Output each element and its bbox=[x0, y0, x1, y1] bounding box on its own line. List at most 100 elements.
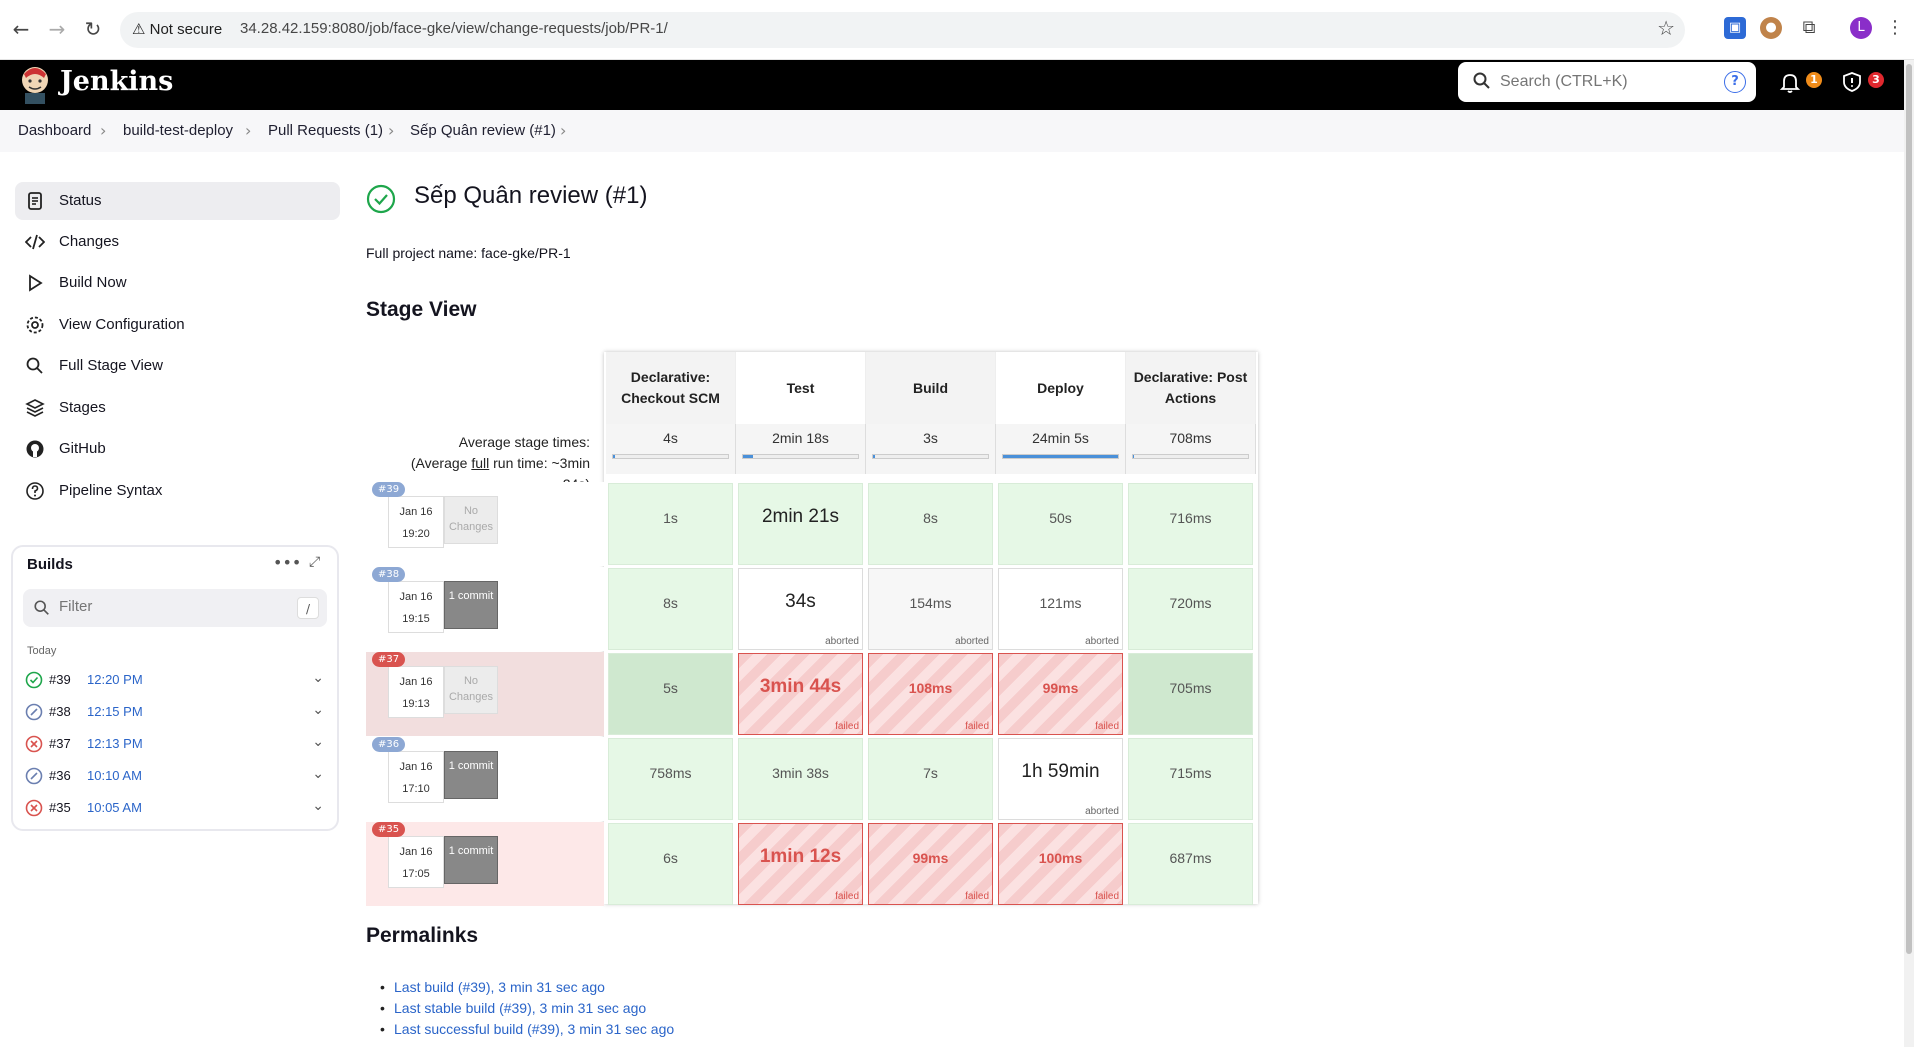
builds-filter[interactable]: / bbox=[23, 589, 327, 627]
build-number[interactable]: #37 bbox=[49, 736, 71, 751]
stage-cell[interactable]: 34s aborted bbox=[738, 568, 863, 650]
shield-icon[interactable] bbox=[1840, 70, 1864, 94]
stage-cell[interactable]: 7s bbox=[868, 738, 993, 820]
build-time[interactable]: 10:10 AM bbox=[87, 768, 142, 783]
expand-icon[interactable]: ⤢ bbox=[309, 554, 320, 570]
stage-cell[interactable]: 1min 12s failed bbox=[738, 823, 863, 905]
stage-cell[interactable]: 716ms bbox=[1128, 483, 1253, 565]
profile-avatar[interactable]: L bbox=[1850, 17, 1872, 39]
build-row[interactable]: #38 12:15 PM ⌄ bbox=[25, 700, 330, 726]
sidebar-item-stages[interactable]: Stages bbox=[15, 389, 340, 427]
search-box[interactable]: ? bbox=[1458, 62, 1756, 102]
run-date[interactable]: Jan 16 19:20 bbox=[388, 496, 444, 548]
stage-cell[interactable]: 2min 21s bbox=[738, 483, 863, 565]
run-id-badge[interactable]: #39 bbox=[372, 482, 406, 497]
sidebar-item-view-configuration[interactable]: View Configuration bbox=[15, 306, 340, 344]
build-number[interactable]: #39 bbox=[49, 672, 71, 687]
bell-icon[interactable] bbox=[1778, 70, 1802, 94]
more-options-icon[interactable]: ••• bbox=[273, 553, 301, 572]
stage-cell[interactable]: 154ms aborted bbox=[868, 568, 993, 650]
run-changes[interactable]: No Changes bbox=[444, 496, 498, 544]
chevron-down-icon[interactable]: ⌄ bbox=[312, 766, 324, 782]
sidebar-item-status[interactable]: Status bbox=[15, 182, 340, 220]
run-date[interactable]: Jan 16 19:15 bbox=[388, 581, 444, 633]
sidebar-item-build-now[interactable]: Build Now bbox=[15, 264, 340, 302]
sidebar-item-pipeline-syntax[interactable]: Pipeline Syntax bbox=[15, 472, 340, 510]
build-time[interactable]: 12:13 PM bbox=[87, 736, 143, 751]
run-id-badge[interactable]: #38 bbox=[372, 567, 406, 582]
sidebar-item-changes[interactable]: Changes bbox=[15, 223, 340, 261]
stage-cell[interactable]: 720ms bbox=[1128, 568, 1253, 650]
run-changes[interactable]: No Changes bbox=[444, 666, 498, 714]
stage-cell[interactable]: 99ms failed bbox=[998, 653, 1123, 735]
back-icon[interactable]: ← bbox=[8, 16, 34, 42]
build-row[interactable]: #37 12:13 PM ⌄ bbox=[25, 732, 330, 758]
puzzle-icon[interactable]: ⧉ bbox=[1798, 17, 1820, 39]
run-label[interactable]: Jan 16 19:15 1 commit #38 bbox=[366, 567, 604, 651]
search-input[interactable] bbox=[1500, 70, 1710, 94]
stage-cell[interactable]: 50s bbox=[998, 483, 1123, 565]
run-changes[interactable]: 1 commit bbox=[444, 836, 498, 884]
build-time[interactable]: 12:20 PM bbox=[87, 672, 143, 687]
stage-cell[interactable]: 3min 44s failed bbox=[738, 653, 863, 735]
build-time[interactable]: 12:15 PM bbox=[87, 704, 143, 719]
chevron-right-icon[interactable]: › bbox=[560, 121, 566, 140]
stage-cell[interactable]: 1h 59min aborted bbox=[998, 738, 1123, 820]
build-time[interactable]: 10:05 AM bbox=[87, 800, 142, 815]
build-row[interactable]: #36 10:10 AM ⌄ bbox=[25, 764, 330, 790]
stage-cell[interactable]: 121ms aborted bbox=[998, 568, 1123, 650]
run-changes[interactable]: 1 commit bbox=[444, 581, 498, 629]
extension-icon[interactable]: ▣ bbox=[1724, 17, 1746, 39]
run-label[interactable]: Jan 16 17:10 1 commit #36 bbox=[366, 737, 604, 821]
stage-cell[interactable]: 108ms failed bbox=[868, 653, 993, 735]
sidebar-item-full-stage-view[interactable]: Full Stage View bbox=[15, 347, 340, 385]
build-number[interactable]: #36 bbox=[49, 768, 71, 783]
cookie-extension-icon[interactable]: ● bbox=[1760, 17, 1782, 39]
run-label[interactable]: Jan 16 17:05 1 commit #35 bbox=[366, 822, 604, 906]
build-number[interactable]: #35 bbox=[49, 800, 71, 815]
run-label[interactable]: Jan 16 19:20 No Changes #39 bbox=[366, 482, 604, 566]
run-date[interactable]: Jan 16 17:10 bbox=[388, 751, 444, 803]
run-id-badge[interactable]: #37 bbox=[372, 652, 406, 667]
breadcrumb-current[interactable]: Sếp Quân review (#1) bbox=[410, 122, 556, 139]
stage-cell[interactable]: 8s bbox=[608, 568, 733, 650]
stage-cell[interactable]: 8s bbox=[868, 483, 993, 565]
permalink-last-successful[interactable]: Last successful build (#39), 3 min 31 se… bbox=[380, 1021, 674, 1037]
run-label[interactable]: Jan 16 19:13 No Changes #37 bbox=[366, 652, 604, 736]
avg-full-link[interactable]: full bbox=[471, 455, 489, 471]
brand-name[interactable]: Jenkins bbox=[60, 66, 173, 97]
chevron-down-icon[interactable]: ⌄ bbox=[312, 670, 324, 686]
chevron-down-icon[interactable]: ⌄ bbox=[312, 798, 324, 814]
run-id-badge[interactable]: #35 bbox=[372, 822, 406, 837]
stage-cell[interactable]: 3min 38s bbox=[738, 738, 863, 820]
builds-filter-input[interactable] bbox=[59, 598, 279, 615]
build-row[interactable]: #35 10:05 AM ⌄ bbox=[25, 796, 330, 822]
menu-icon[interactable]: ⋮ bbox=[1884, 17, 1906, 39]
chevron-down-icon[interactable]: ⌄ bbox=[312, 702, 324, 718]
reload-icon[interactable]: ↻ bbox=[80, 16, 106, 42]
page-scrollbar[interactable] bbox=[1904, 60, 1914, 1047]
stage-cell[interactable]: 758ms bbox=[608, 738, 733, 820]
permalink-last-stable[interactable]: Last stable build (#39), 3 min 31 sec ag… bbox=[380, 1000, 646, 1016]
stage-cell[interactable]: 1s bbox=[608, 483, 733, 565]
breadcrumb-dashboard[interactable]: Dashboard bbox=[18, 122, 91, 139]
chevron-down-icon[interactable]: ⌄ bbox=[312, 734, 324, 750]
stage-cell[interactable]: 705ms bbox=[1128, 653, 1253, 735]
url-text[interactable]: 34.28.42.159:8080/job/face-gke/view/chan… bbox=[240, 20, 668, 37]
not-secure-label[interactable]: ⚠ Not secure bbox=[132, 20, 222, 38]
stage-cell[interactable]: 100ms failed bbox=[998, 823, 1123, 905]
build-number[interactable]: #38 bbox=[49, 704, 71, 719]
permalink-last-build[interactable]: Last build (#39), 3 min 31 sec ago bbox=[380, 979, 605, 995]
breadcrumb-pull-requests[interactable]: Pull Requests (1) bbox=[268, 122, 383, 139]
search-help-icon[interactable]: ? bbox=[1724, 71, 1746, 93]
forward-icon[interactable]: → bbox=[44, 16, 70, 42]
stage-cell[interactable]: 6s bbox=[608, 823, 733, 905]
run-id-badge[interactable]: #36 bbox=[372, 737, 406, 752]
stage-cell[interactable]: 99ms failed bbox=[868, 823, 993, 905]
jenkins-logo-icon[interactable] bbox=[18, 64, 52, 104]
sidebar-item-github[interactable]: GitHub bbox=[15, 430, 340, 468]
stage-cell[interactable]: 687ms bbox=[1128, 823, 1253, 905]
scrollbar-thumb[interactable] bbox=[1906, 64, 1912, 954]
run-changes[interactable]: 1 commit bbox=[444, 751, 498, 799]
stage-cell[interactable]: 5s bbox=[608, 653, 733, 735]
